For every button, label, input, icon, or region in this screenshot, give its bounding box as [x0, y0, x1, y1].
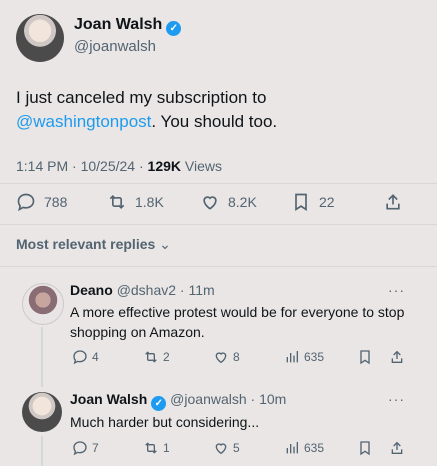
more-options-icon[interactable]: ··· [388, 282, 405, 298]
reply-text: A more effective protest would be for ev… [70, 304, 405, 340]
mention-link[interactable]: @washingtonpost [16, 112, 151, 131]
reply-share-button[interactable] [389, 440, 405, 456]
bookmark-button[interactable]: 22 [291, 192, 335, 212]
reply-icon [17, 193, 35, 212]
reply-repost-button[interactable]: 2 [143, 349, 170, 365]
repost-icon [109, 194, 125, 210]
reply-like-button[interactable]: 5 [213, 440, 240, 456]
heart-icon [215, 443, 227, 455]
like-count: 5 [233, 441, 240, 455]
author-name-row[interactable]: Joan Walsh ✓ [74, 16, 182, 36]
thread-line [41, 327, 43, 387]
repost-icon [145, 351, 157, 363]
share-button[interactable] [383, 192, 403, 212]
views-icon [286, 442, 298, 454]
share-icon [391, 350, 403, 363]
reply-button[interactable]: 788 [16, 192, 67, 212]
verified-badge-icon: ✓ [166, 21, 182, 36]
like-count: 8 [233, 350, 240, 364]
bookmark-icon [360, 350, 370, 365]
tweet-text: I just canceled my subscription to @wash… [16, 86, 421, 134]
reply-reply-button[interactable]: 7 [72, 440, 99, 456]
views-count: 129K [147, 158, 181, 174]
reply-author-name[interactable]: Deano [70, 282, 113, 298]
views-count: 635 [304, 441, 325, 455]
chevron-down-icon: ⌄ [159, 236, 171, 252]
reply-views-button[interactable]: 635 [284, 349, 324, 365]
repost-count: 1.8K [135, 194, 164, 210]
reply-reply-button[interactable]: 4 [72, 349, 99, 365]
author-handle[interactable]: @joanwalsh [74, 38, 156, 55]
share-icon [386, 194, 400, 210]
reply-avatar[interactable] [22, 283, 64, 325]
author-name[interactable]: Joan Walsh [74, 16, 162, 33]
views-label: Views [181, 158, 222, 174]
reply-views-button[interactable]: 635 [284, 440, 324, 456]
views-count: 635 [304, 350, 325, 364]
share-icon [391, 441, 403, 454]
reply-count: 4 [92, 350, 99, 364]
repost-button[interactable]: 1.8K [107, 192, 164, 212]
reply-header: Deano @dshav2 · 11m [70, 282, 215, 298]
bookmark-icon [295, 193, 307, 212]
timestamp[interactable]: 1:14 PM · 10/25/24 · [16, 158, 148, 174]
verified-badge-icon: ✓ [151, 396, 167, 411]
sort-replies-dropdown[interactable]: Most relevant replies ⌄ [16, 236, 171, 253]
tweet-text-suffix: . You should too. [151, 112, 278, 131]
views-icon [286, 351, 298, 363]
reply-icon [73, 441, 87, 456]
tweet-text-prefix: I just canceled my subscription to [16, 88, 267, 107]
reply-text: Much harder but considering... [70, 414, 260, 430]
repost-icon [145, 442, 157, 454]
reply-bookmark-button[interactable] [357, 440, 373, 456]
reply-count: 788 [44, 194, 68, 210]
more-options-icon[interactable]: ··· [388, 391, 405, 407]
author-avatar[interactable] [16, 14, 64, 62]
reply-icon [73, 350, 87, 365]
bookmark-count: 22 [319, 194, 335, 210]
reply-bookmark-button[interactable] [357, 349, 373, 365]
heart-icon [203, 196, 217, 210]
reply-like-button[interactable]: 8 [213, 349, 240, 365]
timestamp-row: 1:14 PM · 10/25/24 · 129K Views [16, 158, 222, 174]
heart-icon [215, 352, 227, 364]
like-button[interactable]: 8.2K [200, 192, 257, 212]
reply-handle-time[interactable]: @joanwalsh · 10m [170, 391, 286, 407]
thread-line [41, 436, 43, 466]
like-count: 8.2K [228, 194, 257, 210]
reply-avatar[interactable] [22, 392, 62, 432]
divider [0, 266, 437, 267]
repost-count: 1 [163, 441, 170, 455]
reply-repost-button[interactable]: 1 [143, 440, 170, 456]
divider [0, 183, 437, 184]
reply-count: 7 [92, 441, 99, 455]
reply-author-name[interactable]: Joan Walsh [70, 391, 147, 407]
reply-share-button[interactable] [389, 349, 405, 365]
reply-header: Joan Walsh ✓ @joanwalsh · 10m [70, 391, 286, 411]
bookmark-icon [360, 441, 370, 456]
repost-count: 2 [163, 350, 170, 364]
reply-handle-time[interactable]: @dshav2 · 11m [117, 282, 215, 298]
sort-label: Most relevant replies [16, 236, 156, 252]
divider [0, 224, 437, 225]
